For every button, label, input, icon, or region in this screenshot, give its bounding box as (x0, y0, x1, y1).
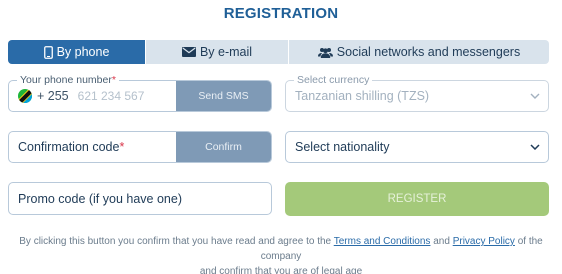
tab-social-networks[interactable]: Social networks and messengers (289, 40, 549, 64)
promo-code-input[interactable] (18, 191, 258, 206)
tab-label: Social networks and messengers (336, 45, 521, 59)
registration-method-tabs: By phone By e-mail Social networks and m… (8, 40, 549, 64)
chevron-down-icon (530, 144, 540, 150)
users-icon (317, 47, 333, 58)
tab-label: By phone (56, 45, 110, 59)
send-sms-button[interactable]: Send SMS (176, 81, 271, 111)
required-mark: * (111, 74, 116, 86)
confirmation-code-field[interactable]: Confirmation code* Confirm (8, 131, 272, 163)
nationality-value: Select nationality (295, 140, 390, 154)
country-code-prefix: + 255 (37, 89, 69, 103)
nationality-select[interactable]: Select nationality (285, 131, 549, 163)
terms-text: and (433, 236, 450, 247)
terms-and-conditions-link[interactable]: Terms and Conditions (334, 236, 431, 247)
chevron-down-icon (530, 93, 540, 99)
page-title: REGISTRATION (223, 5, 339, 22)
envelope-icon (181, 47, 196, 57)
register-button[interactable]: REGISTER (285, 182, 549, 216)
promo-code-field (8, 182, 272, 215)
currency-value: Tanzanian shilling (TZS) (295, 89, 430, 103)
confirmation-code-label: Confirmation code* (18, 140, 125, 154)
tab-by-phone[interactable]: By phone (8, 40, 146, 64)
tab-by-email[interactable]: By e-mail (146, 40, 289, 64)
phone-number-field: Your phone number* + 255 Send SMS (8, 74, 272, 112)
confirm-button[interactable]: Confirm (176, 132, 271, 162)
required-mark: * (119, 140, 125, 154)
tab-label: By e-mail (199, 45, 253, 59)
phone-number-label: Your phone number* (17, 74, 119, 86)
terms-text: and confirm that you are of legal age (199, 266, 363, 274)
terms-text: By clicking this button you confirm that… (19, 236, 332, 247)
currency-select[interactable]: Select currency Tanzanian shilling (TZS) (285, 74, 549, 112)
currency-label: Select currency (294, 74, 373, 86)
phone-icon (43, 45, 53, 59)
terms-notice: By clicking this button you confirm that… (6, 234, 556, 274)
tanzania-flag-icon[interactable] (18, 89, 32, 103)
phone-number-input[interactable] (77, 89, 156, 103)
privacy-policy-link[interactable]: Privacy Policy (453, 236, 515, 247)
